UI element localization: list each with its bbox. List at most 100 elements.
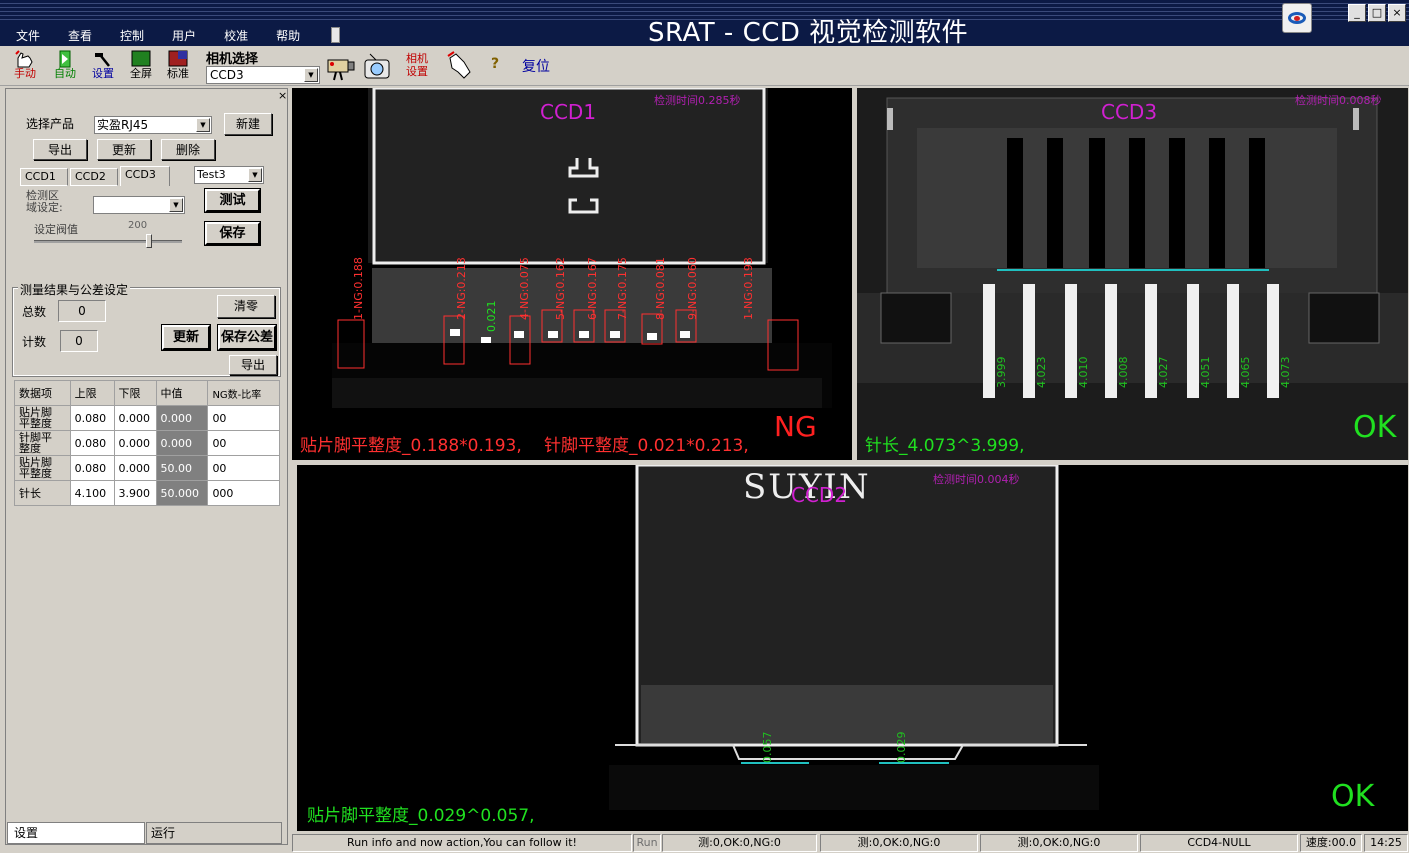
help-icon[interactable]: ?: [491, 56, 499, 72]
row-name-line: 平整度: [19, 467, 52, 480]
menu-calibrate[interactable]: 校准: [210, 27, 262, 44]
fullscreen-button[interactable]: 全屏: [124, 50, 158, 84]
lower-cell[interactable]: 0.000: [113, 405, 157, 431]
menu-view[interactable]: 查看: [54, 27, 106, 44]
ccd3-pin-label: 4.008: [1117, 356, 1130, 389]
chevron-down-icon[interactable]: ▼: [196, 118, 210, 132]
standard-label: 标准: [167, 67, 189, 80]
export-button[interactable]: 导出: [33, 139, 87, 160]
ccd2-view[interactable]: SUYIN CCD2 检测时间0.004秒 0.057 0.029 贴片脚平整度…: [297, 465, 1408, 831]
ng-cell: 00: [207, 455, 280, 481]
chevron-down-icon[interactable]: ▼: [248, 168, 262, 182]
export-results-button[interactable]: 导出: [229, 355, 277, 375]
upper-cell[interactable]: 4.100: [69, 480, 115, 506]
ng-cell: 000: [207, 480, 280, 506]
menu-help[interactable]: 帮助: [262, 27, 314, 44]
lower-cell[interactable]: 0.000: [113, 455, 157, 481]
update-button[interactable]: 更新: [97, 139, 151, 160]
standard-button[interactable]: 标准: [161, 50, 195, 84]
status-ccd1-counts: 测:0,OK:0,NG:0: [662, 834, 817, 852]
total-value: 0: [58, 300, 106, 322]
delete-button[interactable]: 删除: [161, 139, 215, 160]
manual-label: 手动: [14, 67, 36, 80]
pointer-button[interactable]: [444, 50, 476, 82]
chevron-down-icon[interactable]: ▼: [304, 68, 318, 82]
ccd1-label: 9-NG:0.060: [686, 257, 699, 320]
tab-ccd3[interactable]: CCD3: [120, 166, 170, 186]
table-row: 针脚平 整度 0.080 0.000 0.000 00: [14, 430, 280, 456]
ccd1-label: 0.021: [485, 300, 498, 333]
menu-grip: [331, 27, 340, 43]
menu-control[interactable]: 控制: [106, 27, 158, 44]
ccd3-summary: 针长_4.073^3.999,: [865, 436, 1025, 456]
camera-select[interactable]: CCD3 ▼: [206, 66, 320, 84]
save-tolerance-button[interactable]: 保存公差: [217, 324, 277, 351]
upper-cell[interactable]: 0.080: [69, 455, 115, 481]
grid-header: NG数-比率: [207, 380, 280, 406]
ccd2-pin-label: 0.029: [895, 731, 908, 764]
tab-ccd2[interactable]: CCD2: [70, 168, 118, 186]
tab-run[interactable]: 运行: [146, 822, 282, 844]
mid-cell[interactable]: 50.00: [155, 455, 209, 481]
update-tolerance-button[interactable]: 更新: [161, 324, 211, 351]
tab-settings[interactable]: 设置: [7, 822, 145, 844]
ccd3-view[interactable]: CCD3 检测时间0.008秒 3.999 4.023 4.010 4.008 …: [857, 88, 1408, 460]
restore-button[interactable]: □: [1368, 4, 1386, 22]
app-title: SRAT - CCD 视觉检测软件: [648, 18, 969, 48]
new-product-button[interactable]: 新建: [224, 113, 272, 135]
status-message: Run info and now action,You can follow i…: [292, 834, 632, 852]
auto-label: 自动: [54, 67, 76, 80]
mid-cell[interactable]: 0.000: [155, 405, 209, 431]
table-row: 贴片脚 平整度 0.080 0.000 50.00 00: [14, 455, 280, 481]
count-label: 计数: [22, 335, 47, 349]
manual-button[interactable]: 手动: [8, 50, 42, 84]
upper-cell[interactable]: 0.080: [69, 430, 115, 456]
ccd1-label: 4-NG:0.075: [518, 257, 531, 320]
count-value: 0: [60, 330, 98, 352]
auto-button[interactable]: 自动: [48, 50, 82, 84]
ccd3-pin-label: 4.010: [1077, 356, 1090, 389]
camera-button[interactable]: [326, 52, 356, 82]
ccd1-label: 1-NG:0.188: [352, 257, 365, 320]
minimize-button[interactable]: _: [1348, 4, 1366, 22]
product-select[interactable]: 实盈RJ45 ▼: [94, 116, 212, 134]
panel-close-icon[interactable]: ×: [278, 89, 287, 102]
menu-user[interactable]: 用户: [158, 27, 210, 44]
ccd2-image: [609, 465, 1099, 810]
ccd2-summary: 贴片脚平整度_0.029^0.057,: [307, 806, 535, 826]
region-select[interactable]: ▼: [93, 196, 185, 214]
threshold-slider-track[interactable]: [34, 240, 182, 243]
save-button[interactable]: 保存: [204, 221, 261, 246]
clear-button[interactable]: 清零: [217, 295, 275, 318]
chevron-down-icon[interactable]: ▼: [169, 198, 183, 212]
mid-cell[interactable]: 50.000: [155, 480, 209, 506]
settings-label: 设置: [92, 67, 114, 80]
grid-header-row: 数据项 上限 下限 中值 NG数-比率: [14, 380, 280, 406]
test-select-value: Test3: [197, 168, 226, 181]
threshold-label: 设定阀值: [34, 223, 78, 236]
status-ccd4: CCD4-NULL: [1140, 834, 1298, 852]
settings-button[interactable]: 设置: [86, 50, 120, 84]
menu-file[interactable]: 文件: [0, 27, 54, 44]
status-ccd2-counts: 测:0,OK:0,NG:0: [820, 834, 978, 852]
reset-button[interactable]: 复位: [522, 56, 550, 76]
row-name-line: 整度: [19, 442, 41, 455]
mid-cell[interactable]: 0.000: [155, 430, 209, 456]
camera-settings-button[interactable]: 相机设置: [404, 52, 430, 78]
test-button[interactable]: 测试: [204, 188, 261, 213]
region-label: 检测区 域设定:: [26, 190, 63, 214]
hand-icon: [15, 50, 33, 68]
camera-2-button[interactable]: [362, 50, 394, 82]
threshold-slider-thumb[interactable]: [146, 234, 152, 248]
close-button[interactable]: ×: [1388, 4, 1406, 22]
tab-ccd1[interactable]: CCD1: [20, 168, 68, 186]
ccd3-pin-label: 4.065: [1239, 356, 1252, 389]
ccd1-view[interactable]: CCD1 检测时间0.285秒 1-NG:0.188 2-NG:0.213 0.…: [292, 88, 852, 460]
upper-cell[interactable]: 0.080: [69, 405, 115, 431]
lower-cell[interactable]: 0.000: [113, 430, 157, 456]
test-select[interactable]: Test3 ▼: [194, 166, 264, 184]
ccd1-summary-a: 贴片脚平整度_0.188*0.193,: [300, 436, 522, 456]
lower-cell[interactable]: 3.900: [113, 480, 157, 506]
hammer-icon: [95, 53, 110, 67]
ccd1-label: 2-NG:0.213: [455, 257, 468, 320]
